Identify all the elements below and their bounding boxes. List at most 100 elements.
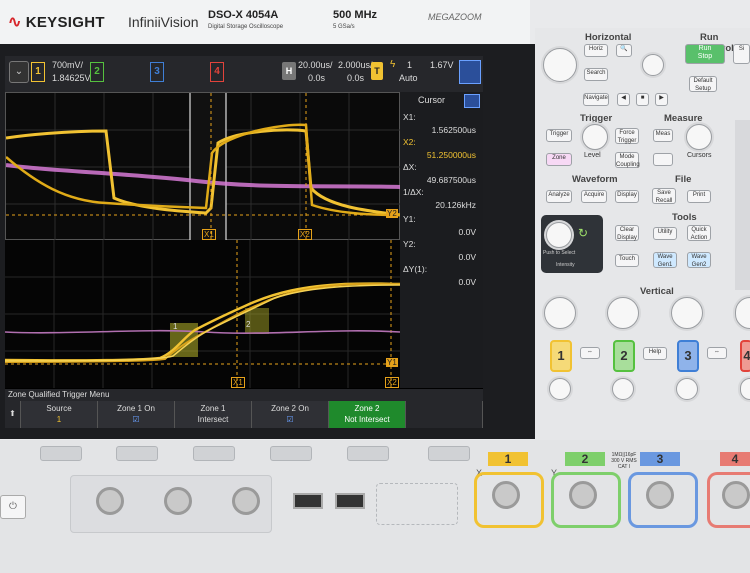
- zoom-toggle-icon[interactable]: [459, 60, 481, 84]
- math-button[interactable]: ⇔: [580, 347, 600, 359]
- zoom-button[interactable]: 🔍: [616, 44, 632, 57]
- softkey-source[interactable]: Source 1: [21, 401, 98, 428]
- main-waveform-area[interactable]: [4, 240, 401, 388]
- default-setup-button[interactable]: Default Setup: [689, 76, 717, 92]
- ch2-bnc-connector[interactable]: [569, 481, 597, 509]
- ext-trig-connector[interactable]: [232, 487, 260, 515]
- ch3-vertical-scale-knob[interactable]: [671, 297, 703, 329]
- clear-display-button[interactable]: Clear Display: [615, 225, 639, 241]
- utility-button[interactable]: Utility: [653, 227, 677, 240]
- zoomed-waveform-svg: [5, 93, 402, 241]
- horiz-button[interactable]: Horiz: [584, 44, 608, 57]
- run-indicator[interactable]: ⌄: [9, 61, 29, 83]
- help-button[interactable]: Help: [643, 347, 667, 360]
- mode-coupling-button[interactable]: Mode Coupling: [615, 152, 640, 168]
- trigger-source: 1: [407, 60, 413, 70]
- ch1-scale: 700mV/: [52, 60, 84, 70]
- zone-2-label[interactable]: 2: [246, 320, 250, 329]
- ch3-bnc-connector[interactable]: [646, 481, 674, 509]
- ch1-main-trace-a: [4, 282, 401, 362]
- cursor-y1-value: 0.0V: [458, 227, 477, 237]
- save-recall-button[interactable]: Save Recall: [652, 188, 676, 204]
- nav-back-button[interactable]: ◀: [617, 93, 630, 106]
- gen-output-2-connector[interactable]: [164, 487, 192, 515]
- hw-softkey-2[interactable]: [116, 446, 158, 461]
- cursor-panel-menu-icon[interactable]: [464, 94, 480, 108]
- trigger-mode: Auto: [399, 73, 418, 83]
- nav-forward-button[interactable]: ▶: [655, 93, 668, 106]
- horizontal-position-knob[interactable]: [642, 54, 664, 76]
- ch1-bnc-connector[interactable]: [492, 481, 520, 509]
- meas-button[interactable]: Meas: [653, 129, 673, 142]
- horizontal-indicator[interactable]: H: [282, 62, 296, 80]
- zone-1-label[interactable]: 1: [173, 322, 177, 331]
- softkey-zone2-on[interactable]: Zone 2 On ☑: [252, 401, 329, 428]
- demo-terminal[interactable]: [376, 483, 458, 525]
- cursor-y1-marker[interactable]: Y1: [386, 358, 398, 367]
- cursor-y2-marker[interactable]: Y2: [386, 209, 398, 218]
- cursors-knob[interactable]: [686, 124, 712, 150]
- zone-button[interactable]: Zone: [546, 153, 572, 166]
- ch4-bnc-connector[interactable]: [722, 481, 750, 509]
- ch1-vertical-scale-knob[interactable]: [544, 297, 576, 329]
- cursor-x2-marker[interactable]: X2: [298, 229, 312, 240]
- zoomed-waveform-area[interactable]: [5, 92, 402, 241]
- cursor-x2-main-marker[interactable]: X2: [385, 377, 399, 388]
- ch2-vertical-scale-knob[interactable]: [607, 297, 639, 329]
- ch3-vertical-position-knob[interactable]: [676, 378, 698, 400]
- hw-softkey-3[interactable]: [193, 446, 235, 461]
- softkey-zone1-mode[interactable]: Zone 1 Intersect: [175, 401, 252, 428]
- wavegen2-button[interactable]: Wave Gen2: [687, 252, 711, 268]
- display-button[interactable]: Display: [615, 190, 639, 203]
- ch3-indicator[interactable]: 3: [150, 62, 164, 82]
- level-label: Level: [584, 152, 601, 159]
- force-trigger-button[interactable]: Force Trigger: [615, 128, 639, 144]
- trigger-level-knob[interactable]: [582, 124, 608, 150]
- acquire-button[interactable]: Acquire: [581, 190, 607, 203]
- nav-stop-button[interactable]: ■: [636, 93, 649, 106]
- horizontal-scale-knob[interactable]: [543, 48, 577, 82]
- hw-softkey-4[interactable]: [270, 446, 312, 461]
- softkey-zone1-on[interactable]: Zone 1 On ☑: [98, 401, 175, 428]
- entry-knob[interactable]: [546, 222, 572, 248]
- horizontal-delay: 0.0s: [308, 73, 326, 83]
- navigate-button[interactable]: Navigate: [583, 93, 609, 106]
- ch3-key[interactable]: 3: [677, 340, 699, 372]
- touch-button[interactable]: Touch: [615, 254, 639, 267]
- ch2-key[interactable]: 2: [613, 340, 635, 372]
- cursors-button[interactable]: [653, 153, 673, 166]
- ch2-vertical-position-knob[interactable]: [612, 378, 634, 400]
- run-stop-button[interactable]: Run Stop: [685, 44, 725, 64]
- cursor-y2-label: Y2:: [403, 239, 416, 249]
- softkey-zone2-on-label: Zone 2 On: [271, 404, 309, 413]
- ch2-indicator[interactable]: 2: [90, 62, 104, 82]
- search-button[interactable]: Search: [584, 68, 608, 81]
- cursor-dy-value: 0.0V: [458, 277, 477, 287]
- cursor-x1-main-marker[interactable]: X1: [231, 377, 245, 388]
- gen-output-1-connector[interactable]: [96, 487, 124, 515]
- menu-back-button[interactable]: ⬆: [5, 401, 21, 428]
- print-button[interactable]: Print: [687, 190, 711, 203]
- ref-button[interactable]: ⇔: [707, 347, 727, 359]
- waveform-section-title: Waveform: [572, 174, 618, 185]
- trigger-indicator[interactable]: T: [371, 62, 383, 80]
- ch4-key[interactable]: 4: [740, 340, 750, 372]
- ch1-key[interactable]: 1: [550, 340, 572, 372]
- cursor-x1-value: 1.562500us: [431, 125, 476, 135]
- ch4-indicator[interactable]: 4: [210, 62, 224, 82]
- quick-action-button[interactable]: Quick Action: [687, 225, 711, 241]
- wavegen1-button[interactable]: Wave Gen1: [653, 252, 677, 268]
- hw-softkey-1[interactable]: [40, 446, 82, 461]
- ch1-indicator[interactable]: 1: [31, 62, 45, 82]
- softkey-zone2-mode[interactable]: Zone 2 Not Intersect: [329, 401, 406, 428]
- cursor-x1-marker[interactable]: X1: [202, 229, 216, 240]
- usb-port-1[interactable]: [293, 493, 323, 509]
- analyze-button[interactable]: Analyze: [546, 190, 572, 203]
- usb-port-2[interactable]: [335, 493, 365, 509]
- power-button[interactable]: ⏻: [0, 495, 26, 519]
- hw-softkey-5[interactable]: [347, 446, 389, 461]
- hw-softkey-6[interactable]: [428, 446, 470, 461]
- single-button[interactable]: Si: [733, 44, 750, 64]
- ch1-vertical-position-knob[interactable]: [549, 378, 571, 400]
- trigger-button[interactable]: Trigger: [546, 129, 572, 142]
